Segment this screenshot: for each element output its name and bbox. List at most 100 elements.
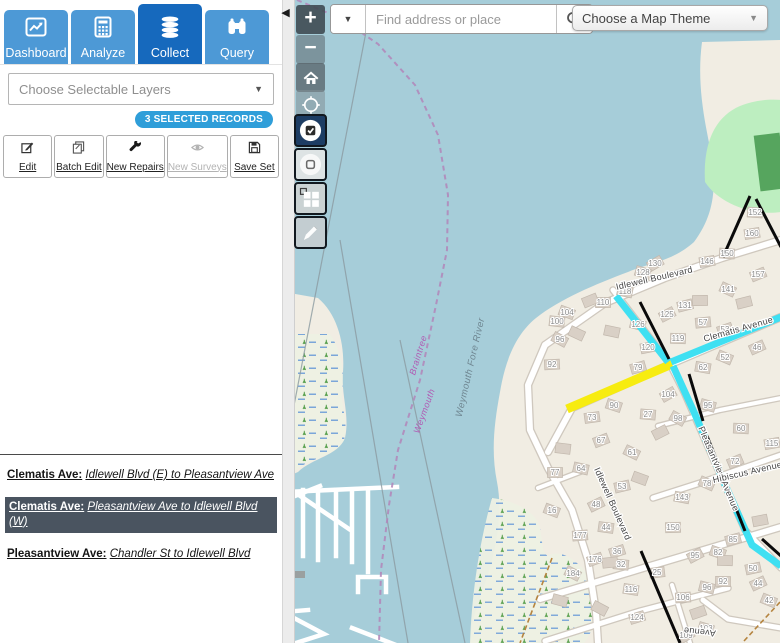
record-item[interactable]: Clematis Ave: Idlewell Blvd (E) to Pleas… (5, 466, 277, 485)
svg-text:150: 150 (720, 249, 734, 258)
svg-text:92: 92 (548, 360, 557, 369)
tab-collect[interactable]: Collect (138, 4, 202, 64)
tab-label: Analyze (81, 46, 125, 60)
record-extent: Idlewell Blvd (E) to Pleasantview Ave (85, 469, 274, 481)
svg-text:126: 126 (631, 320, 645, 329)
svg-text:61: 61 (628, 448, 637, 457)
svg-text:52: 52 (721, 353, 730, 362)
svg-text:62: 62 (699, 363, 708, 372)
svg-text:90: 90 (610, 401, 619, 410)
record-street: Clematis Ave: (7, 469, 82, 481)
svg-text:120: 120 (641, 343, 655, 352)
svg-text:152: 152 (748, 208, 762, 217)
svg-text:64: 64 (577, 464, 586, 473)
record-item[interactable]: Pleasantview Ave: Chandler St to Idlewel… (5, 545, 277, 564)
svg-text:57: 57 (699, 318, 708, 327)
svg-text:146: 146 (700, 257, 714, 266)
chevron-down-icon: ▼ (344, 14, 353, 24)
svg-text:143: 143 (675, 493, 689, 502)
zoom-in-button[interactable]: + (296, 5, 325, 34)
svg-text:50: 50 (749, 564, 758, 573)
chevron-down-icon: ▼ (749, 13, 758, 23)
record-street: Clematis Ave: (9, 501, 84, 513)
svg-text:104: 104 (560, 308, 574, 317)
svg-text:72: 72 (731, 457, 740, 466)
svg-text:96: 96 (556, 335, 565, 344)
search-input[interactable] (366, 5, 556, 33)
eye-icon (191, 141, 204, 159)
basemap-gallery-button[interactable] (294, 182, 327, 215)
tab-query[interactable]: Query (205, 10, 269, 64)
svg-text:25: 25 (653, 568, 662, 577)
svg-text:44: 44 (754, 579, 763, 588)
svg-text:60: 60 (737, 424, 746, 433)
rectangle-icon (298, 152, 323, 177)
rectangle-select-tool-button[interactable] (294, 148, 327, 181)
binoculars-icon (225, 15, 249, 46)
zoom-out-button[interactable]: − (296, 35, 325, 64)
main-tabs: Dashboard Analyze Collect Query (0, 0, 282, 65)
svg-text:85: 85 (729, 535, 738, 544)
record-item[interactable]: Clematis Ave: Pleasantview Ave to Idlewe… (5, 497, 277, 533)
panel-splitter[interactable]: ◀ (282, 0, 295, 643)
svg-text:77: 77 (551, 468, 560, 477)
checkbox-icon (298, 118, 323, 143)
svg-text:36: 36 (613, 547, 622, 556)
toolbar-button-label: Edit (19, 162, 36, 173)
toolbar-button-label: New Repairs (107, 162, 164, 173)
new-repairs-button[interactable]: New Repairs (106, 135, 165, 178)
save-icon (248, 141, 261, 159)
svg-text:73: 73 (588, 413, 597, 422)
svg-text:98: 98 (674, 414, 683, 423)
tab-label: Dashboard (5, 46, 66, 60)
svg-text:160: 160 (745, 229, 759, 238)
toolbar-button-label: Save Set (234, 162, 275, 173)
svg-text:157: 157 (751, 270, 765, 279)
chevron-down-icon: ▼ (254, 84, 263, 94)
new-surveys-button: New Surveys (167, 135, 228, 178)
home-button[interactable] (296, 63, 325, 92)
svg-text:53: 53 (618, 482, 627, 491)
map-theme-select[interactable]: Choose a Map Theme ▼ (572, 5, 768, 31)
svg-text:106: 106 (676, 593, 690, 602)
svg-text:95: 95 (691, 551, 700, 560)
selectable-layers-dropdown[interactable]: Choose Selectable Layers ▼ (8, 73, 274, 105)
tab-label: Collect (151, 46, 189, 60)
chart-icon (24, 15, 48, 46)
svg-text:177: 177 (573, 531, 587, 540)
select-records-tool-button[interactable] (294, 114, 327, 147)
svg-text:130: 130 (648, 259, 662, 268)
svg-text:32: 32 (617, 560, 626, 569)
tab-dashboard[interactable]: Dashboard (4, 10, 68, 64)
svg-text:141: 141 (721, 285, 735, 294)
calculator-icon (91, 15, 115, 46)
pencil-icon (298, 220, 323, 245)
map-theme-value: Choose a Map Theme (582, 11, 710, 26)
svg-text:100: 100 (550, 317, 564, 326)
svg-text:119: 119 (672, 334, 685, 343)
edit-button[interactable]: Edit (3, 135, 52, 178)
svg-text:67: 67 (597, 436, 606, 445)
grid-icon (298, 186, 323, 211)
address-search: ▼ (330, 4, 593, 34)
svg-text:115: 115 (766, 439, 779, 448)
svg-text:42: 42 (765, 596, 774, 605)
draw-measure-tool-button[interactable] (294, 216, 327, 249)
svg-text:92: 92 (719, 577, 728, 586)
svg-text:124: 124 (630, 613, 644, 622)
edit-toolbar: Edit Batch Edit New RepairsNew Surveys Save… (3, 135, 279, 178)
tab-label: Query (220, 46, 254, 60)
svg-text:82: 82 (714, 548, 723, 557)
search-source-dropdown-button[interactable]: ▼ (331, 5, 366, 33)
save-set-button[interactable]: Save Set (230, 135, 279, 178)
database-icon (158, 15, 182, 46)
collapse-panel-icon[interactable]: ◀ (277, 8, 294, 19)
selected-records-list: Clematis Ave: Idlewell Blvd (E) to Pleas… (0, 454, 282, 576)
svg-text:78: 78 (703, 479, 712, 488)
svg-text:131: 131 (678, 301, 692, 310)
tab-analyze[interactable]: Analyze (71, 10, 135, 64)
svg-text:125: 125 (660, 310, 674, 319)
selected-records-badge: 3 SELECTED RECORDS (135, 111, 273, 128)
batch-edit-button[interactable]: Batch Edit (54, 135, 103, 178)
svg-text:116: 116 (625, 585, 638, 594)
